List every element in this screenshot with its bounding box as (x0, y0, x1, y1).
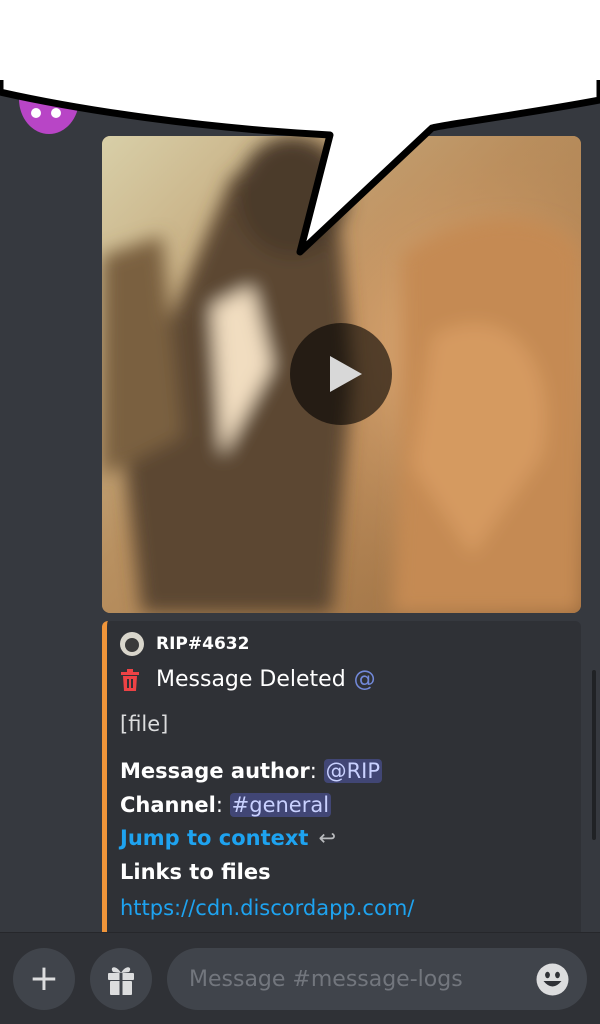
add-attachment-button[interactable]: + (13, 948, 75, 1010)
jump-to-context-link[interactable]: Jump to context (120, 826, 308, 850)
plus-icon: + (28, 958, 60, 999)
author-avatar-face (125, 638, 139, 652)
chat-screen: RIP#4632 Message Deleted @ [file] Messag… (0, 0, 600, 1024)
reply-arrow-icon: ↩ (318, 826, 337, 850)
links-to-files-label: Links to files (120, 860, 271, 884)
embed-title-text: Message Deleted (156, 667, 346, 692)
field-message-author: Message author: @RIP (120, 759, 383, 783)
speech-bubble (0, 0, 600, 256)
mention-icon: @ (353, 667, 376, 692)
file-link[interactable]: https://cdn.discordapp.com/ (120, 896, 414, 920)
field-channel: Channel: #general (120, 793, 332, 817)
channel-label: Channel (120, 793, 216, 817)
gift-button[interactable] (90, 948, 152, 1010)
embed-author: RIP#4632 (120, 632, 249, 656)
author-mention[interactable]: @RIP (323, 759, 383, 783)
play-button[interactable] (290, 323, 392, 425)
deleted-message-embed: RIP#4632 Message Deleted @ [file] Messag… (102, 621, 581, 961)
scrollbar[interactable] (592, 670, 596, 840)
embed-title: Message Deleted @ (120, 667, 376, 692)
author-name[interactable]: RIP#4632 (156, 634, 249, 654)
message-input[interactable] (167, 948, 587, 1010)
gift-icon (108, 967, 134, 995)
play-icon (330, 356, 362, 392)
trash-icon (121, 668, 139, 691)
message-author-label: Message author (120, 759, 310, 783)
field-jump: Jump to context ↩ (120, 826, 336, 850)
channel-mention[interactable]: #general (229, 793, 332, 817)
smiley-emoji-icon[interactable] (536, 963, 569, 996)
file-placeholder-text: [file] (120, 712, 169, 736)
message-composer: + (0, 932, 600, 1024)
author-avatar[interactable] (120, 632, 144, 656)
